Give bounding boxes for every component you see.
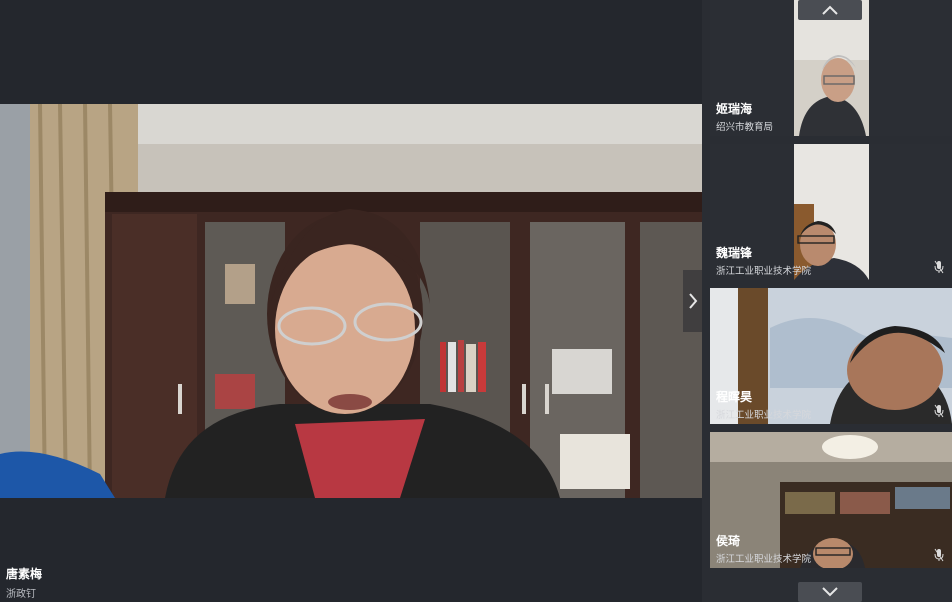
participant-name: 魏瑞锋 <box>716 246 753 260</box>
speaker-name: 唐素梅 <box>6 567 43 581</box>
scroll-up-button[interactable] <box>798 0 862 20</box>
participant-tile[interactable]: 姬瑞海 绍兴市教育局 <box>710 0 952 136</box>
chevron-right-icon <box>688 293 697 309</box>
participant-video <box>794 144 869 280</box>
participant-org: 浙江工业职业技术学院 <box>716 410 812 421</box>
chevron-down-icon <box>822 587 838 597</box>
participant-org: 浙江工业职业技术学院 <box>716 266 812 277</box>
participant-name: 侯琦 <box>716 534 741 548</box>
scroll-down-button[interactable] <box>798 582 862 602</box>
main-stage: 唐素梅 浙政钉 <box>0 0 702 602</box>
participant-tile[interactable]: 侯琦 浙江工业职业技术学院 <box>710 432 952 568</box>
speaker-video-frame <box>0 104 702 498</box>
mic-off-icon <box>934 548 944 562</box>
main-speaker-video[interactable] <box>0 104 702 498</box>
speaker-org: 浙政钉 <box>6 589 36 600</box>
next-page-button[interactable] <box>683 270 702 332</box>
participant-name: 姬瑞海 <box>716 102 753 116</box>
participant-tile[interactable]: 魏瑞锋 浙江工业职业技术学院 <box>710 144 952 280</box>
participant-org: 绍兴市教育局 <box>716 122 774 133</box>
participant-video <box>794 0 869 136</box>
mic-off-icon <box>934 404 944 418</box>
participant-org: 浙江工业职业技术学院 <box>716 554 812 565</box>
participant-tile[interactable]: 程晖昊 浙江工业职业技术学院 <box>710 288 952 424</box>
mic-off-icon <box>934 260 944 274</box>
participant-name: 程晖昊 <box>716 390 753 404</box>
chevron-up-icon <box>822 5 838 15</box>
participant-video <box>710 432 952 568</box>
